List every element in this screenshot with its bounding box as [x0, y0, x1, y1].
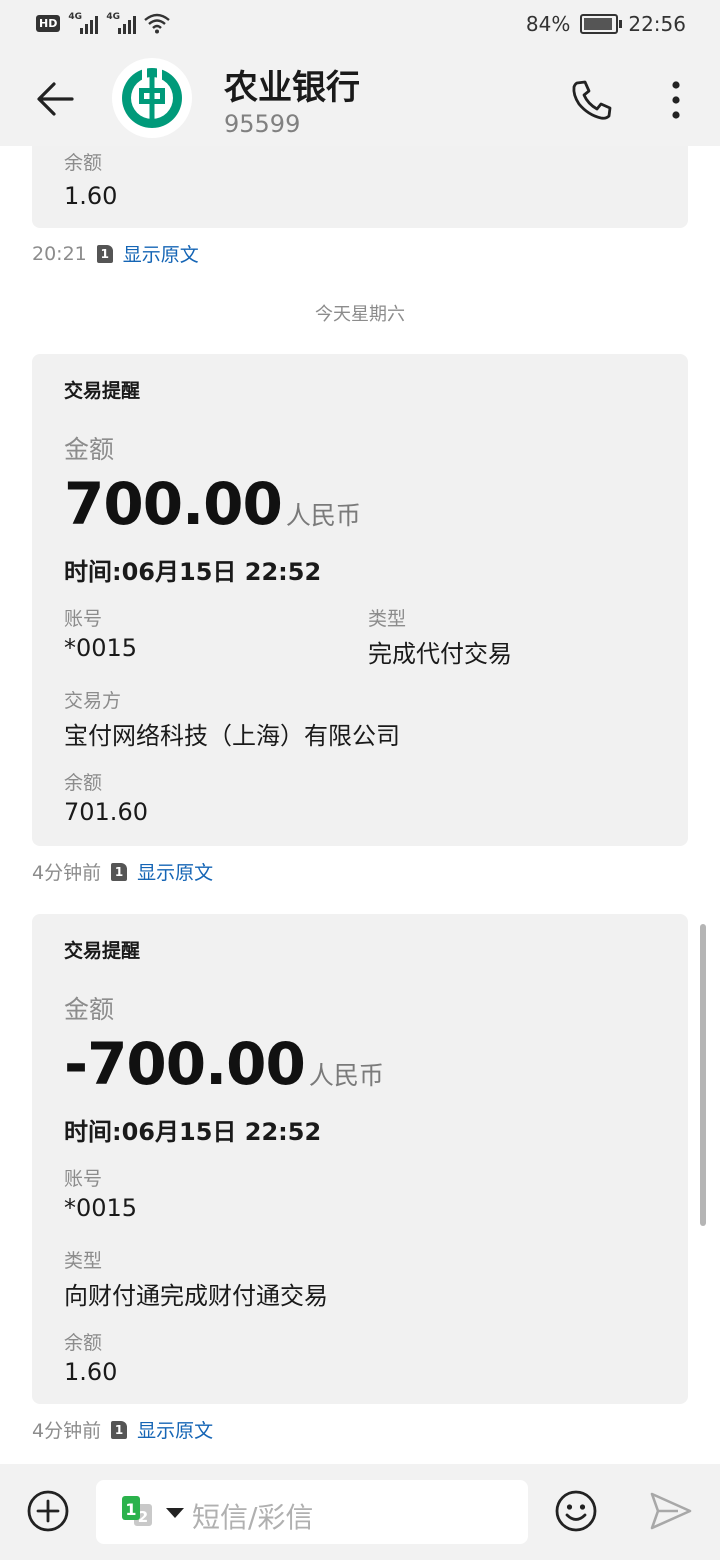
amount-label: 金额: [64, 435, 115, 464]
amount-value: 700.00 人民币: [64, 470, 361, 538]
balance-value: 701.60: [64, 798, 148, 826]
status-bar-left: HD 4G 4G: [36, 12, 171, 34]
send-button[interactable]: [648, 1490, 694, 1532]
conversation-header: 农业银行 95599: [0, 52, 720, 146]
input-placeholder: 短信/彩信: [192, 1501, 314, 1534]
call-button[interactable]: [568, 78, 616, 122]
status-bar: HD 4G 4G 84% 22:56: [0, 0, 720, 52]
battery-icon: [580, 14, 623, 34]
message-meta: 4分钟前 1 显示原文: [32, 858, 213, 885]
dual-sim-icon: 2 1: [122, 1496, 184, 1526]
wifi-icon: [144, 13, 171, 34]
message-title: 交易提醒: [64, 940, 141, 962]
sim1-label: 1: [125, 1500, 136, 1519]
sim-selector[interactable]: 2 1: [120, 1494, 190, 1530]
signal-icon-2: 4G: [106, 12, 137, 34]
more-vertical-icon: [672, 81, 680, 119]
message-time: 4分钟前: [32, 1420, 102, 1442]
balance-label: 余额: [64, 152, 103, 174]
message-time: 4分钟前: [32, 862, 102, 884]
plus-circle-icon: [27, 1490, 69, 1532]
network-type-label-2: 4G: [106, 12, 120, 22]
account-value: *0015: [64, 1194, 138, 1222]
abc-logo-icon: [122, 68, 182, 128]
counterparty-label: 交易方: [64, 690, 122, 712]
message-meta: 20:21 1 显示原文: [32, 240, 199, 267]
message-time: 20:21: [32, 242, 87, 265]
message-composer: 2 1 短信/彩信: [0, 1464, 720, 1560]
type-value: 完成代付交易: [368, 640, 512, 668]
back-button[interactable]: [30, 76, 80, 122]
show-original-link[interactable]: 显示原文: [123, 240, 199, 267]
balance-label: 余额: [64, 772, 103, 794]
date-separator: 今天星期六: [315, 304, 405, 325]
amount-value: -700.00 人民币: [64, 1030, 384, 1098]
arrow-left-icon: [37, 82, 74, 116]
currency-label: 人民币: [285, 501, 361, 530]
balance-label: 余额: [64, 1332, 103, 1354]
currency-label: 人民币: [308, 1061, 384, 1090]
type-label: 类型: [368, 608, 407, 630]
balance-value: 1.60: [64, 1358, 118, 1386]
transaction-time: 时间:06月15日 22:52: [64, 1118, 322, 1146]
transaction-time: 时间:06月15日 22:52: [64, 558, 322, 586]
sim-card-icon: 1: [96, 244, 113, 263]
type-value: 向财付通完成财付通交易: [64, 1282, 328, 1310]
scrollbar[interactable]: [700, 924, 706, 1226]
battery-percent: 84%: [525, 12, 571, 36]
sim-card-icon: 1: [111, 1420, 128, 1439]
counterparty-value: 宝付网络科技（上海）有限公司: [64, 722, 400, 750]
message-title: 交易提醒: [64, 380, 141, 402]
message-bubble[interactable]: 余额 1.60: [32, 146, 688, 228]
contact-name: 农业银行: [224, 68, 360, 108]
message-bubble[interactable]: 交易提醒 金额 -700.00 人民币 时间:06月15日 22:52 账号 *0…: [32, 914, 688, 1404]
status-bar-right: 84% 22:56: [526, 12, 686, 36]
signal-icon: 4G: [68, 12, 99, 34]
show-original-link[interactable]: 显示原文: [137, 1416, 213, 1443]
amount-number: -700.00: [64, 1030, 306, 1098]
type-label: 类型: [64, 1250, 103, 1272]
message-list[interactable]: 余额 1.60 20:21 1 显示原文 今天星期六 交易提醒 金额 700.0…: [0, 146, 720, 1464]
contact-number: 95599: [224, 110, 301, 138]
amount-number: 700.00: [64, 470, 283, 538]
add-attachment-button[interactable]: [26, 1489, 70, 1533]
clock: 22:56: [628, 12, 686, 36]
more-options-button[interactable]: [662, 78, 690, 122]
smiley-icon: [555, 1490, 597, 1532]
message-meta: 4分钟前 1 显示原文: [32, 1416, 213, 1443]
amount-label: 金额: [64, 995, 115, 1024]
show-original-link[interactable]: 显示原文: [137, 858, 213, 885]
message-input[interactable]: 2 1 短信/彩信: [96, 1480, 528, 1544]
hd-badge: HD: [36, 14, 61, 32]
send-icon: [650, 1492, 692, 1530]
balance-value: 1.60: [64, 182, 118, 210]
account-label: 账号: [64, 608, 103, 630]
avatar[interactable]: [112, 58, 192, 138]
account-label: 账号: [64, 1168, 103, 1190]
emoji-button[interactable]: [554, 1489, 598, 1533]
account-value: *0015: [64, 634, 138, 662]
phone-icon: [572, 80, 612, 120]
network-type-label: 4G: [68, 12, 82, 22]
sim-card-icon: 1: [111, 862, 128, 881]
message-bubble[interactable]: 交易提醒 金额 700.00 人民币 时间:06月15日 22:52 账号 *00…: [32, 354, 688, 846]
